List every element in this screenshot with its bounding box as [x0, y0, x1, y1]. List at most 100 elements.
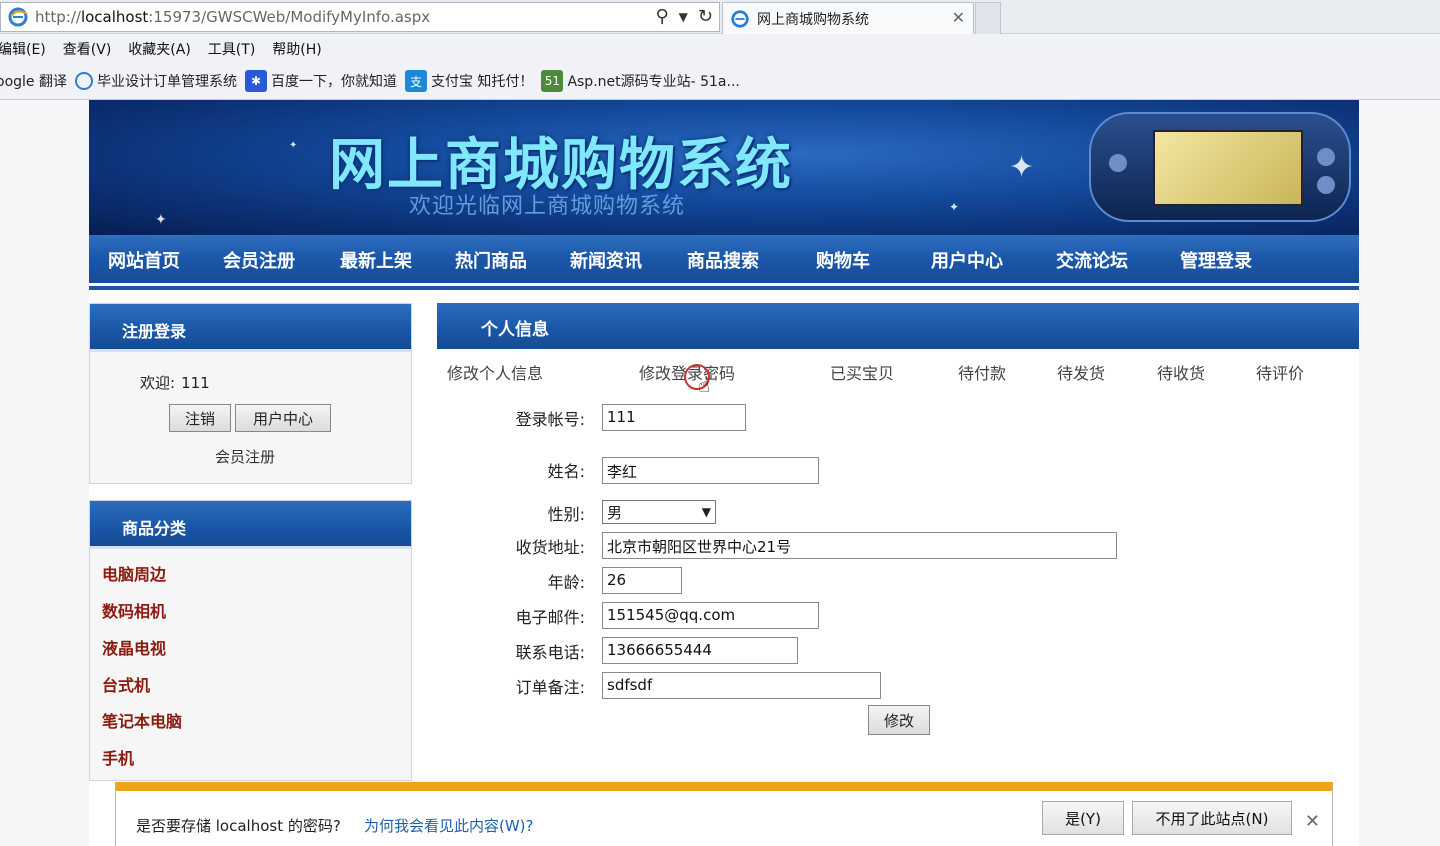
nav-search[interactable]: 商品搜索	[687, 247, 759, 273]
gender-label: 性别:	[547, 505, 585, 524]
gender-selected-value: 男	[607, 503, 623, 522]
welcome-text: 欢迎: 111	[140, 372, 210, 393]
category-item[interactable]: 液晶电视	[102, 635, 166, 659]
subtab-purchased[interactable]: 已买宝贝	[830, 360, 894, 384]
baidu-paw-icon: ✱	[244, 70, 267, 92]
main-nav: 网站首页 会员注册 最新上架 热门商品 新闻资讯 商品搜索 购物车 用户中心 交…	[89, 235, 1359, 283]
never-for-site-button[interactable]: 不用了此站点(N)	[1132, 801, 1292, 835]
url-path: :15973/GWSCWeb/ModifyMyInfo.aspx	[148, 8, 431, 26]
address-label: 收货地址:	[515, 538, 585, 557]
nav-home[interactable]: 网站首页	[108, 247, 180, 273]
new-tab-button[interactable]	[975, 2, 1001, 34]
category-item[interactable]: 电脑周边	[102, 561, 166, 585]
main-panel-title: 个人信息	[437, 303, 1359, 349]
favorite-google-translate[interactable]: oogle 翻译	[0, 71, 67, 91]
nav-cart[interactable]: 购物车	[816, 247, 870, 273]
nav-new-arrivals[interactable]: 最新上架	[340, 247, 412, 273]
category-item[interactable]: 手机	[102, 745, 134, 769]
account-field[interactable]: 111	[602, 404, 746, 431]
subtab-unreceived[interactable]: 待收货	[1157, 360, 1205, 384]
login-panel: 注册登录 欢迎: 111 注销 用户中心 会员注册	[89, 303, 412, 484]
favorite-alipay[interactable]: 支支付宝 知托付！	[404, 70, 534, 92]
chevron-down-icon: ▼	[701, 505, 711, 519]
category-panel: 商品分类 电脑周边 数码相机 液晶电视 台式机 笔记本电脑 手机	[89, 500, 412, 781]
page-body: ✦ ✦ ✦ ✦ ✦ 网上商城购物系统 欢迎光临网上商城购物系统 网站首页 会员注…	[89, 100, 1359, 846]
search-icon[interactable]: ⚲	[655, 6, 668, 27]
url-text[interactable]: http://localhost:15973/GWSCWeb/ModifyMyI…	[35, 8, 430, 26]
sparkle-icon: ✦	[289, 140, 298, 151]
url-host: localhost	[80, 8, 149, 26]
user-center-button[interactable]: 用户中心	[235, 404, 331, 432]
menu-edit[interactable]: 编辑(E)	[0, 39, 46, 59]
favorite-label: 支付宝 知托付！	[430, 74, 534, 90]
email-field[interactable]: 151545@qq.com	[602, 602, 819, 629]
age-field[interactable]: 26	[602, 567, 682, 594]
subtab-edit-info[interactable]: 修改个人信息	[447, 360, 543, 384]
sparkle-icon: ✦	[949, 200, 960, 214]
note-field[interactable]: sdfsdf	[602, 672, 881, 699]
save-password-question: 是否要存储 localhost 的密码?	[136, 817, 341, 835]
nav-admin-login[interactable]: 管理登录	[1180, 247, 1252, 273]
aspnet-site-icon: 51	[541, 70, 564, 92]
save-password-yes-button[interactable]: 是(Y)	[1042, 801, 1124, 835]
nav-hot-products[interactable]: 热门商品	[455, 247, 527, 273]
game-console-image	[1089, 112, 1351, 222]
favorites-bar: oogle 翻译 毕业设计订单管理系统 ✱ 百度一下，你就知道 支支付宝 知托付！…	[0, 64, 1440, 98]
menu-view[interactable]: 查看(V)	[63, 39, 112, 59]
ie-page-icon	[74, 72, 93, 90]
close-tab-icon[interactable]: ✕	[952, 8, 965, 27]
site-banner: ✦ ✦ ✦ ✦ ✦ 网上商城购物系统 欢迎光临网上商城购物系统	[89, 100, 1359, 235]
console-button	[1317, 148, 1335, 166]
alipay-icon: 支	[404, 70, 427, 92]
member-register-link[interactable]: 会员注册	[215, 446, 275, 467]
logout-button[interactable]: 注销	[169, 404, 231, 432]
address-bar[interactable]: http://localhost:15973/GWSCWeb/ModifyMyI…	[0, 2, 720, 32]
category-item[interactable]: 数码相机	[102, 598, 166, 622]
url-scheme: http://	[35, 8, 81, 26]
nav-forum[interactable]: 交流论坛	[1056, 247, 1128, 273]
nav-register[interactable]: 会员注册	[223, 247, 295, 273]
dropdown-arrow-icon[interactable]: ▼	[679, 6, 688, 27]
sparkle-icon: ✦	[1009, 150, 1035, 185]
submit-modify-button[interactable]: 修改	[868, 705, 930, 735]
hand-cursor-icon: ☝	[698, 373, 711, 397]
save-password-bar: 是否要存储 localhost 的密码? 为何我会看见此内容(W)? 是(Y) …	[115, 782, 1333, 846]
subtab-unshipped[interactable]: 待发货	[1057, 360, 1105, 384]
login-panel-title: 注册登录	[90, 304, 411, 352]
nav-user-center[interactable]: 用户中心	[931, 247, 1003, 273]
sparkle-icon: ✦	[155, 212, 167, 228]
menu-tools[interactable]: 工具(T)	[208, 39, 255, 59]
gender-select[interactable]: 男 ▼	[602, 500, 716, 524]
favorite-aspnet[interactable]: 51 Asp.net源码专业站- 51a...	[541, 70, 740, 92]
category-panel-title: 商品分类	[90, 501, 411, 549]
nav-news[interactable]: 新闻资讯	[570, 247, 642, 273]
category-item[interactable]: 笔记本电脑	[102, 708, 182, 732]
welcome-label: 欢迎:	[140, 374, 176, 392]
favorite-graduation-system[interactable]: 毕业设计订单管理系统	[74, 71, 237, 91]
browser-chrome: http://localhost:15973/GWSCWeb/ModifyMyI…	[0, 0, 1440, 100]
address-row: http://localhost:15973/GWSCWeb/ModifyMyI…	[0, 0, 1440, 34]
why-see-this-link[interactable]: 为何我会看见此内容(W)?	[364, 815, 534, 836]
menu-favorites[interactable]: 收藏夹(A)	[128, 39, 191, 59]
favorite-label: 毕业设计订单管理系统	[96, 74, 237, 90]
welcome-username: 111	[181, 374, 210, 392]
menu-help[interactable]: 帮助(H)	[272, 39, 321, 59]
category-item[interactable]: 台式机	[102, 672, 150, 696]
subtab-unpaid[interactable]: 待付款	[958, 360, 1006, 384]
browser-tab[interactable]: 网上商城购物系统 ✕	[722, 2, 974, 34]
address-tools: ⚲ ▼ ↻	[655, 6, 713, 27]
name-label: 姓名:	[547, 462, 585, 481]
favorite-baidu[interactable]: ✱ 百度一下，你就知道	[244, 70, 397, 92]
address-field[interactable]: 北京市朝阳区世界中心21号	[602, 532, 1117, 559]
console-button	[1109, 154, 1127, 172]
console-screen	[1153, 130, 1303, 206]
phone-label: 联系电话:	[515, 643, 585, 662]
tab-title: 网上商城购物系统	[757, 11, 869, 28]
close-icon[interactable]: ✕	[1305, 811, 1320, 832]
note-label: 订单备注:	[515, 678, 585, 697]
favorite-label: oogle 翻译	[0, 74, 67, 90]
refresh-icon[interactable]: ↻	[698, 6, 713, 27]
phone-field[interactable]: 13666655444	[602, 637, 798, 664]
name-field[interactable]: 李红	[602, 457, 819, 484]
subtab-unreviewed[interactable]: 待评价	[1256, 360, 1304, 384]
